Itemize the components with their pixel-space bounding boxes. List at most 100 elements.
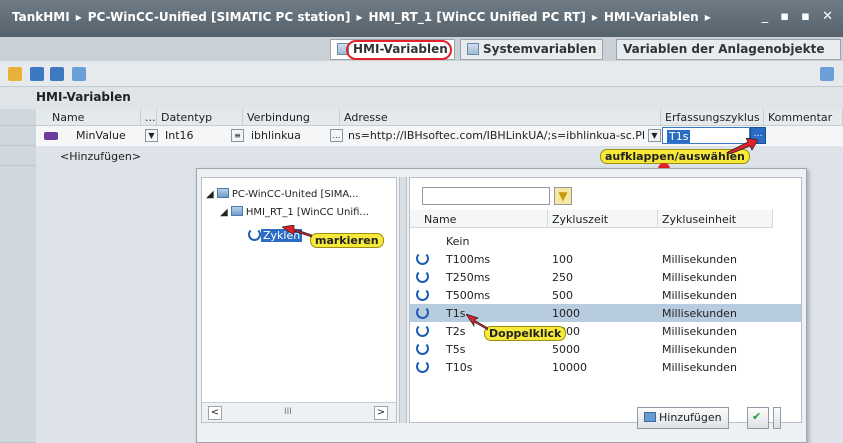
cancel-button[interactable] — [773, 407, 781, 429]
add-button-label: Hinzufügen — [659, 411, 722, 424]
tag-connection[interactable]: ibhlinkua — [247, 127, 327, 145]
caret-down-icon[interactable]: ◢ — [220, 207, 228, 218]
col-comment[interactable]: Kommentar — [764, 109, 843, 126]
scroll-left-icon[interactable]: < — [208, 406, 222, 420]
list-item-name: Kein — [446, 235, 470, 248]
folder-icon — [216, 188, 229, 198]
breadcrumb-project[interactable]: TankHMI — [12, 10, 70, 24]
tag-address[interactable]: ns=http://IBHsoftec.com/IBHLinkUA/;s=ibh… — [344, 127, 644, 145]
table-icon — [467, 43, 479, 55]
export-icon[interactable] — [30, 67, 44, 81]
tab-label: Variablen der Anlagenobjekte — [623, 42, 825, 56]
col-cycle[interactable]: Erfassungszyklus — [661, 109, 764, 126]
cycle-value: T1s — [667, 130, 691, 143]
sync-icon[interactable] — [72, 67, 86, 81]
col-dots[interactable]: ... — [141, 109, 157, 126]
tab-label: Systemvariablen — [483, 42, 597, 56]
tree-item-station[interactable]: ◢ PC-WinCC-United [SIMA... — [206, 188, 359, 200]
cycle-icon — [416, 288, 429, 301]
breadcrumb-station[interactable]: PC-WinCC-Unified [SIMATIC PC station] — [88, 10, 351, 24]
list-item-name: T10s — [446, 361, 473, 374]
toolbar — [0, 61, 843, 87]
breadcrumb-separator: ▸ — [75, 10, 82, 24]
list-item-time: 500 — [552, 289, 573, 302]
list-pane: ▼ Name Zykluszeit Zykluseinheit Kein T10… — [409, 177, 802, 423]
add-icon — [644, 412, 656, 422]
col-name[interactable]: Name — [36, 109, 141, 126]
breadcrumb: TankHMI ▸ PC-WinCC-Unified [SIMATIC PC sta… — [0, 0, 843, 37]
list-item-unit: Millisekunden — [662, 325, 737, 338]
breadcrumb-hmi-tags[interactable]: HMI-Variablen — [604, 10, 699, 24]
caret-down-icon[interactable]: ◢ — [206, 189, 214, 200]
tag-icon — [44, 132, 58, 140]
list-col-name[interactable]: Name — [410, 210, 548, 228]
callout-mark: markieren — [310, 233, 384, 248]
list-item-name: T500ms — [446, 289, 491, 302]
list-item[interactable]: T10s 10000 Millisekunden — [410, 358, 801, 376]
tab-anlagenobjekte[interactable]: Variablen der Anlagenobjekte — [616, 39, 841, 60]
tag-name[interactable]: MinValue — [72, 127, 142, 145]
add-row[interactable]: <Hinzufügen> — [56, 148, 176, 166]
list-item-time: 5000 — [552, 343, 580, 356]
list-col-time[interactable]: Zykluszeit — [548, 210, 658, 228]
col-datatype[interactable]: Datentyp — [157, 109, 243, 126]
list-item-name: T2s — [446, 325, 466, 338]
add-tag-icon[interactable] — [8, 67, 22, 81]
tree-label: HMI_RT_1 [WinCC Unifi... — [245, 207, 369, 218]
breadcrumb-separator: ▸ — [591, 10, 598, 24]
window-controls[interactable]: _ ▪ ▪ ✕ — [762, 9, 837, 24]
scroll-right-icon[interactable]: > — [374, 406, 388, 420]
cycle-icon — [248, 228, 261, 241]
cycle-picker-dialog: ◢ PC-WinCC-United [SIMA... ◢ HMI_RT_1 [W… — [196, 168, 807, 443]
address-browse-button[interactable]: … — [330, 129, 343, 142]
row-header-strip — [0, 166, 36, 443]
list-item[interactable]: T100ms 100 Millisekunden — [410, 250, 801, 268]
row-header — [0, 146, 36, 166]
col-address[interactable]: Adresse — [340, 109, 661, 126]
panel-icon[interactable] — [820, 67, 834, 81]
arrow-icon — [466, 314, 488, 331]
row-header — [0, 109, 36, 126]
filter-input[interactable] — [422, 187, 550, 205]
list-item[interactable]: T500ms 500 Millisekunden — [410, 286, 801, 304]
list-col-unit[interactable]: Zykluseinheit — [658, 210, 773, 228]
import-icon[interactable] — [50, 67, 64, 81]
datatype-dropdown-icon[interactable]: ▼ — [145, 129, 158, 142]
list-item-name: T100ms — [446, 253, 491, 266]
folder-icon — [230, 206, 243, 216]
cycle-icon — [416, 306, 429, 319]
connection-icon[interactable]: ≡ — [231, 129, 244, 142]
cycle-icon — [416, 324, 429, 337]
breadcrumb-separator: ▸ — [704, 10, 711, 24]
list-item[interactable]: T250ms 250 Millisekunden — [410, 268, 801, 286]
scroll-thumb[interactable]: III — [284, 407, 292, 417]
breadcrumb-runtime[interactable]: HMI_RT_1 [WinCC Unified PC RT] — [368, 10, 585, 24]
list-item[interactable]: T5s 5000 Millisekunden — [410, 340, 801, 358]
list-item[interactable]: Kein — [410, 232, 801, 250]
list-item-unit: Millisekunden — [662, 343, 737, 356]
tree-scrollbar[interactable]: < III > — [202, 402, 396, 422]
list-item-unit: Millisekunden — [662, 307, 737, 320]
cycle-icon — [416, 360, 429, 373]
tree-item-runtime[interactable]: ◢ HMI_RT_1 [WinCC Unifi... — [220, 206, 369, 218]
breadcrumb-separator: ▸ — [356, 10, 363, 24]
page-title: HMI-Variablen — [36, 90, 131, 104]
tag-datatype[interactable]: Int16 — [161, 127, 241, 145]
splitter[interactable] — [399, 177, 407, 423]
list-item-unit: Millisekunden — [662, 253, 737, 266]
add-button[interactable]: Hinzufügen — [637, 407, 729, 429]
cycle-icon — [416, 270, 429, 283]
list-item-time: 10000 — [552, 361, 587, 374]
list-item-unit: Millisekunden — [662, 289, 737, 302]
cycle-dropdown-icon[interactable]: ▼ — [648, 129, 661, 142]
list-item-time: 100 — [552, 253, 573, 266]
list-item-time: 1000 — [552, 307, 580, 320]
callout-doubleclick: Doppelklick — [484, 326, 567, 341]
arrow-icon — [282, 225, 312, 238]
filter-icon[interactable]: ▼ — [554, 187, 572, 205]
row-header — [0, 126, 36, 146]
tab-systemvariablen[interactable]: Systemvariablen — [460, 39, 604, 60]
cycle-icon — [416, 342, 429, 355]
col-connection[interactable]: Verbindung — [243, 109, 340, 126]
confirm-button[interactable]: ✔ — [747, 407, 769, 429]
